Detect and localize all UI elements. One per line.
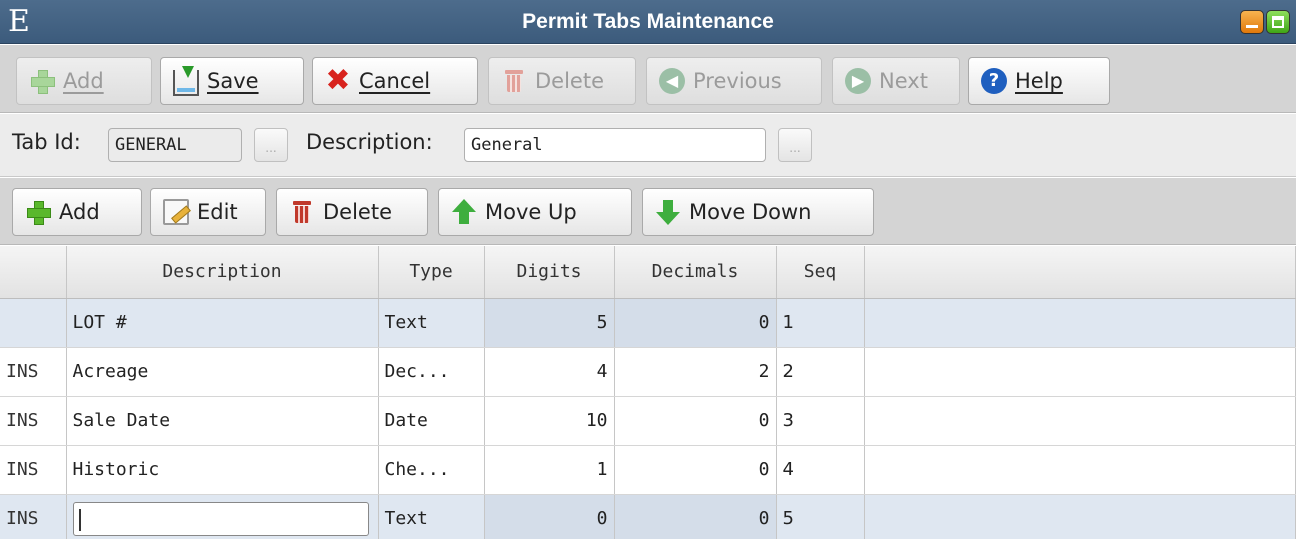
type-cell[interactable]: Che...: [378, 445, 485, 495]
add-button[interactable]: Add: [16, 57, 152, 105]
next-button[interactable]: ▶ Next: [832, 57, 960, 105]
grid-add-label: Add: [59, 200, 100, 224]
tab-id-field[interactable]: GENERAL: [108, 128, 242, 162]
table-row[interactable]: INS Acreage Dec... 4 2 2: [0, 347, 1296, 397]
grid-delete-button[interactable]: Delete: [276, 188, 428, 236]
table-row[interactable]: INS Sale Date Date 10 0 3: [0, 396, 1296, 446]
decimals-cell[interactable]: 0: [614, 445, 777, 495]
next-button-label: Next: [879, 69, 928, 93]
column-header-digits[interactable]: Digits: [484, 246, 615, 299]
column-header-indicator: [0, 246, 67, 299]
grid-toolbar: Add Edit Delete Move Up Move Down: [0, 178, 1296, 245]
trash-icon: [501, 68, 527, 94]
row-indicator: INS: [0, 494, 67, 539]
close-icon: ✖: [325, 63, 351, 98]
column-header-type[interactable]: Type: [378, 246, 485, 299]
row-indicator: INS: [0, 445, 67, 495]
decimals-cell[interactable]: 2: [614, 347, 777, 397]
row-indicator: INS: [0, 347, 67, 397]
save-icon: [173, 66, 199, 96]
decimals-cell[interactable]: 0: [614, 396, 777, 446]
tab-id-label: Tab Id:: [12, 130, 81, 154]
description-label: Description:: [306, 130, 433, 154]
main-toolbar: Add Save ✖ Cancel Delete ◀ Previous ▶ Ne…: [0, 45, 1296, 113]
filler-cell: [864, 396, 1296, 446]
seq-cell[interactable]: 5: [776, 494, 865, 539]
description-cell[interactable]: [66, 494, 379, 539]
grid-edit-label: Edit: [197, 200, 238, 224]
filler-cell: [864, 494, 1296, 539]
save-button-label: Save: [207, 69, 259, 93]
plus-icon: [29, 68, 55, 94]
plus-icon: [25, 199, 51, 225]
seq-cell[interactable]: 1: [776, 298, 865, 348]
cancel-button-label: Cancel: [359, 69, 431, 93]
previous-button-label: Previous: [693, 69, 782, 93]
add-button-label: Add: [63, 69, 104, 93]
fields-grid: Description Type Digits Decimals Seq LOT…: [0, 246, 1296, 539]
help-button[interactable]: ? Help: [968, 57, 1110, 105]
help-icon: ?: [981, 68, 1007, 94]
row-indicator: INS: [0, 396, 67, 446]
grid-header-row: Description Type Digits Decimals Seq: [0, 246, 1296, 299]
title-bar: E Permit Tabs Maintenance: [0, 0, 1296, 44]
help-button-label: Help: [1015, 69, 1063, 93]
column-header-filler: [864, 246, 1296, 299]
save-button[interactable]: Save: [160, 57, 304, 105]
move-down-button[interactable]: Move Down: [642, 188, 874, 236]
table-row[interactable]: LOT # Text 5 0 1: [0, 298, 1296, 348]
minimize-button[interactable]: [1240, 10, 1264, 34]
trash-icon: [289, 199, 315, 225]
delete-button-label: Delete: [535, 69, 604, 93]
arrow-left-circle-icon: ◀: [659, 68, 685, 94]
filler-cell: [864, 298, 1296, 348]
filler-cell: [864, 445, 1296, 495]
column-header-decimals[interactable]: Decimals: [614, 246, 777, 299]
arrow-down-icon: [655, 199, 681, 225]
tab-id-lookup-button[interactable]: ...: [254, 128, 288, 162]
maximize-button[interactable]: [1266, 10, 1290, 34]
type-cell[interactable]: Text: [378, 298, 485, 348]
description-cell[interactable]: Historic: [66, 445, 379, 495]
edit-icon: [163, 199, 189, 225]
column-header-seq[interactable]: Seq: [776, 246, 865, 299]
table-row[interactable]: INS Historic Che... 1 0 4: [0, 445, 1296, 495]
cancel-button[interactable]: ✖ Cancel: [312, 57, 478, 105]
grid-edit-button[interactable]: Edit: [150, 188, 266, 236]
decimals-cell[interactable]: 0: [614, 298, 777, 348]
description-field[interactable]: General: [464, 128, 766, 162]
row-indicator: [0, 298, 67, 348]
column-header-description[interactable]: Description: [66, 246, 379, 299]
delete-button[interactable]: Delete: [488, 57, 636, 105]
description-cell[interactable]: Sale Date: [66, 396, 379, 446]
grid-delete-label: Delete: [323, 200, 392, 224]
type-cell[interactable]: Date: [378, 396, 485, 446]
window-title: Permit Tabs Maintenance: [522, 10, 774, 33]
description-cell[interactable]: Acreage: [66, 347, 379, 397]
previous-button[interactable]: ◀ Previous: [646, 57, 822, 105]
seq-cell[interactable]: 3: [776, 396, 865, 446]
table-row[interactable]: INS Text 0 0 5: [0, 494, 1296, 539]
description-edit-input[interactable]: [72, 501, 369, 536]
type-cell[interactable]: Text: [378, 494, 485, 539]
seq-cell[interactable]: 4: [776, 445, 865, 495]
decimals-cell[interactable]: 0: [614, 494, 777, 539]
digits-cell[interactable]: 4: [484, 347, 615, 397]
move-down-label: Move Down: [689, 200, 812, 224]
arrow-up-icon: [451, 199, 477, 225]
grid-add-button[interactable]: Add: [12, 188, 142, 236]
digits-cell[interactable]: 10: [484, 396, 615, 446]
filler-cell: [864, 347, 1296, 397]
digits-cell[interactable]: 1: [484, 445, 615, 495]
seq-cell[interactable]: 2: [776, 347, 865, 397]
move-up-button[interactable]: Move Up: [438, 188, 632, 236]
move-up-label: Move Up: [485, 200, 577, 224]
type-cell[interactable]: Dec...: [378, 347, 485, 397]
description-lookup-button[interactable]: ...: [778, 128, 812, 162]
digits-cell[interactable]: 0: [484, 494, 615, 539]
digits-cell[interactable]: 5: [484, 298, 615, 348]
description-cell[interactable]: LOT #: [66, 298, 379, 348]
arrow-right-circle-icon: ▶: [845, 68, 871, 94]
